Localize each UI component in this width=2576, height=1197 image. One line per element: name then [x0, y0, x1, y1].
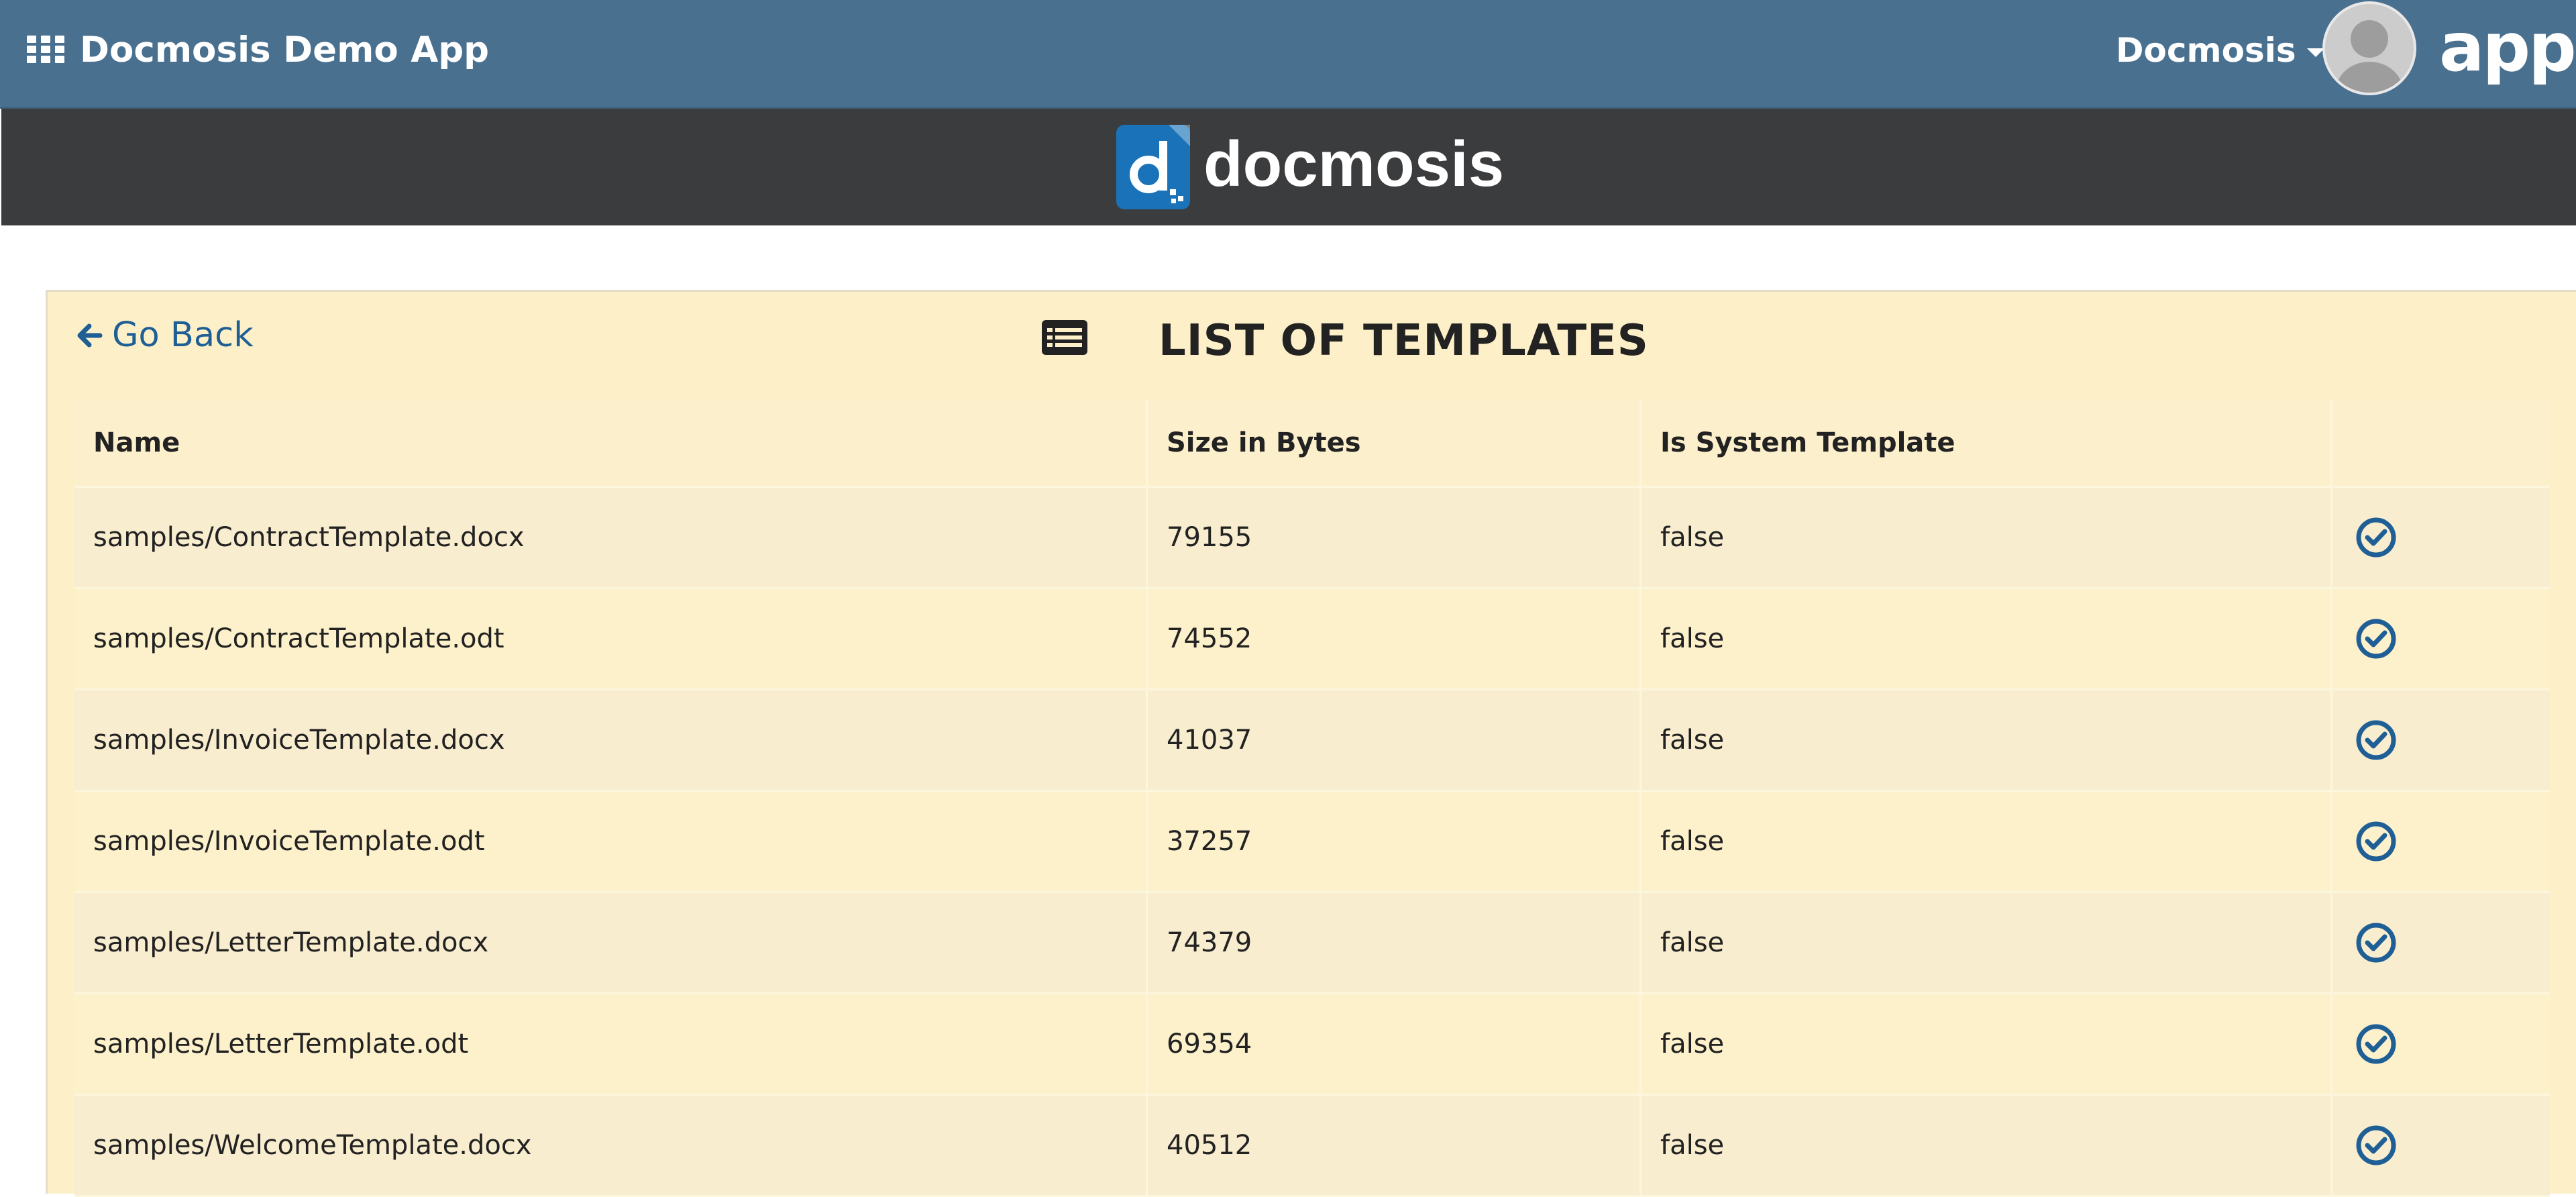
app-title[interactable]: Docmosis Demo App: [80, 27, 489, 74]
docmosis-wordmark: docmosis: [1203, 128, 1505, 200]
appian-logo: appian: [2439, 8, 2576, 87]
table-row: samples/WelcomeTemplate.docx 40512 false: [74, 1096, 2550, 1197]
template-is-system: false: [1642, 690, 2332, 792]
table-row: samples/ContractTemplate.odt 74552 false: [74, 589, 2550, 690]
check-circle-icon[interactable]: [2355, 922, 2397, 964]
column-header-name[interactable]: Name: [74, 399, 1148, 488]
table-header-row: Name Size in Bytes Is System Template: [74, 399, 2550, 488]
template-size: 74379: [1148, 893, 1642, 994]
check-circle-icon[interactable]: [2355, 618, 2397, 660]
table-row: samples/InvoiceTemplate.docx 41037 false: [74, 690, 2550, 792]
template-name: samples/WelcomeTemplate.docx: [74, 1096, 1148, 1197]
user-silhouette-icon: [2325, 4, 2414, 93]
templates-panel: Go Back LIST OF TEMPLATES Name Size in B…: [46, 290, 2576, 1197]
top-bar: Docmosis Demo App Docmosis appian: [0, 0, 2576, 109]
go-back-label: Go Back: [112, 315, 254, 355]
docmosis-logo-icon: [1116, 125, 1190, 209]
template-size: 79155: [1148, 488, 1642, 589]
check-circle-icon[interactable]: [2355, 1023, 2397, 1065]
avatar[interactable]: [2322, 1, 2416, 95]
template-is-system: false: [1642, 589, 2332, 690]
select-cell: [2332, 792, 2550, 893]
table-row: samples/LetterTemplate.odt 69354 false: [74, 994, 2550, 1096]
template-name: samples/LetterTemplate.odt: [74, 994, 1148, 1096]
template-name: samples/InvoiceTemplate.odt: [74, 792, 1148, 893]
template-size: 40512: [1148, 1096, 1642, 1197]
check-circle-icon[interactable]: [2355, 1125, 2397, 1166]
select-cell: [2332, 994, 2550, 1096]
template-name: samples/ContractTemplate.odt: [74, 589, 1148, 690]
select-cell: [2332, 589, 2550, 690]
select-cell: [2332, 893, 2550, 994]
template-name: samples/LetterTemplate.docx: [74, 893, 1148, 994]
table-row: samples/ContractTemplate.docx 79155 fals…: [74, 488, 2550, 589]
template-size: 41037: [1148, 690, 1642, 792]
brand-banner: docmosis: [1, 109, 2576, 225]
page-title: LIST OF TEMPLATES: [1159, 316, 1649, 366]
template-size: 74552: [1148, 589, 1642, 690]
apps-grid-icon[interactable]: [27, 36, 66, 65]
check-circle-icon[interactable]: [2355, 821, 2397, 862]
template-is-system: false: [1642, 488, 2332, 589]
template-size: 37257: [1148, 792, 1642, 893]
check-circle-icon[interactable]: [2355, 517, 2397, 558]
column-header-size[interactable]: Size in Bytes: [1148, 399, 1642, 488]
check-circle-icon[interactable]: [2355, 719, 2397, 761]
select-cell: [2332, 690, 2550, 792]
user-menu[interactable]: Docmosis: [2116, 27, 2324, 74]
template-is-system: false: [1642, 1096, 2332, 1197]
column-header-system[interactable]: Is System Template: [1642, 399, 2332, 488]
template-is-system: false: [1642, 893, 2332, 994]
user-menu-label: Docmosis: [2116, 31, 2296, 70]
template-name: samples/ContractTemplate.docx: [74, 488, 1148, 589]
chevron-down-icon: [2306, 48, 2324, 57]
arrow-left-icon: [77, 323, 103, 348]
list-icon: [1042, 320, 1087, 355]
template-size: 69354: [1148, 994, 1642, 1096]
table-row: samples/LetterTemplate.docx 74379 false: [74, 893, 2550, 994]
select-cell: [2332, 488, 2550, 589]
template-name: samples/InvoiceTemplate.docx: [74, 690, 1148, 792]
select-cell: [2332, 1096, 2550, 1197]
templates-table: Name Size in Bytes Is System Template sa…: [74, 399, 2550, 1197]
template-is-system: false: [1642, 994, 2332, 1096]
column-header-actions: [2332, 399, 2550, 488]
go-back-link[interactable]: Go Back: [76, 312, 254, 359]
table-row: samples/InvoiceTemplate.odt 37257 false: [74, 792, 2550, 893]
template-is-system: false: [1642, 792, 2332, 893]
